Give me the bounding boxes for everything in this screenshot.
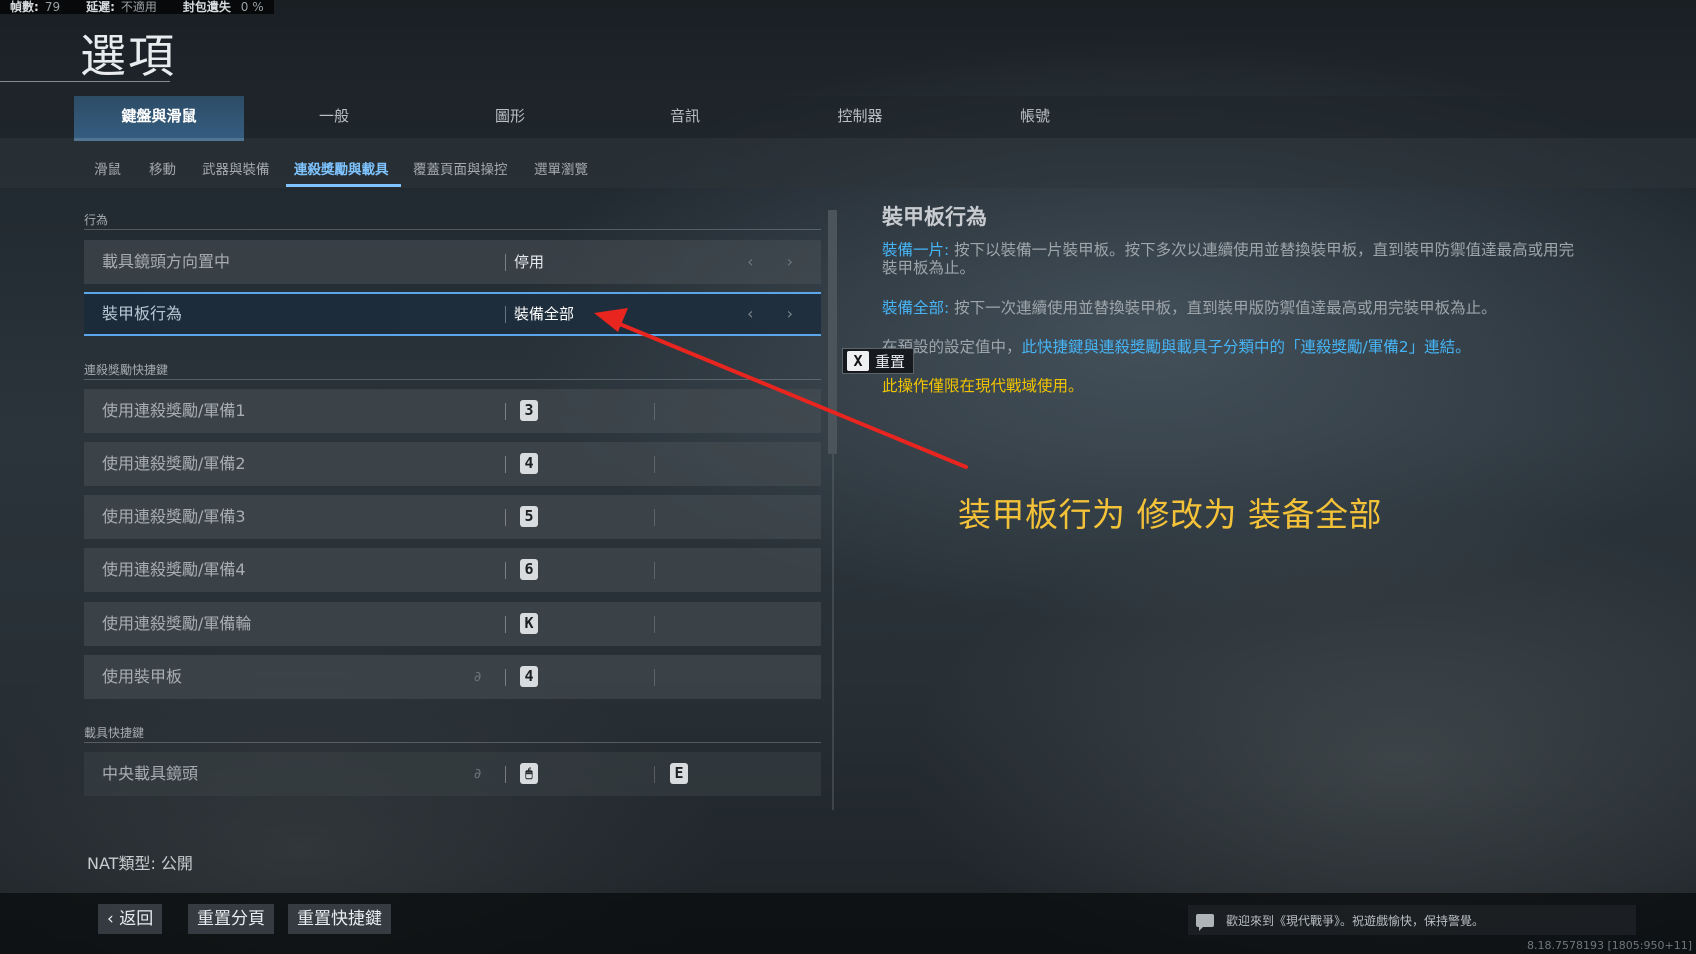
back-label: 返回 xyxy=(119,909,154,929)
annotation-arrow-icon xyxy=(594,308,968,469)
chat-ticker[interactable]: 歡迎來到《現代戰爭》。祝遊戲愉快，保持警覺。 xyxy=(1188,905,1636,935)
reset-page-button[interactable]: 重置分頁 xyxy=(188,904,274,934)
nat-type: NAT類型: 公開 xyxy=(87,854,193,873)
chat-icon xyxy=(1196,913,1214,931)
reset-keybinds-button[interactable]: 重置快捷鍵 xyxy=(288,904,391,934)
annotation-text: 装甲板行为 修改为 装备全部 xyxy=(958,495,1382,534)
version-string: 8.18.7578193 [1805:950+11] xyxy=(1527,939,1692,952)
chevron-left-icon: ‹ xyxy=(107,909,120,929)
chat-message: 歡迎來到《現代戰爭》。祝遊戲愉快，保持警覺。 xyxy=(1226,913,1485,928)
back-button[interactable]: ‹ 返回 xyxy=(98,904,163,934)
